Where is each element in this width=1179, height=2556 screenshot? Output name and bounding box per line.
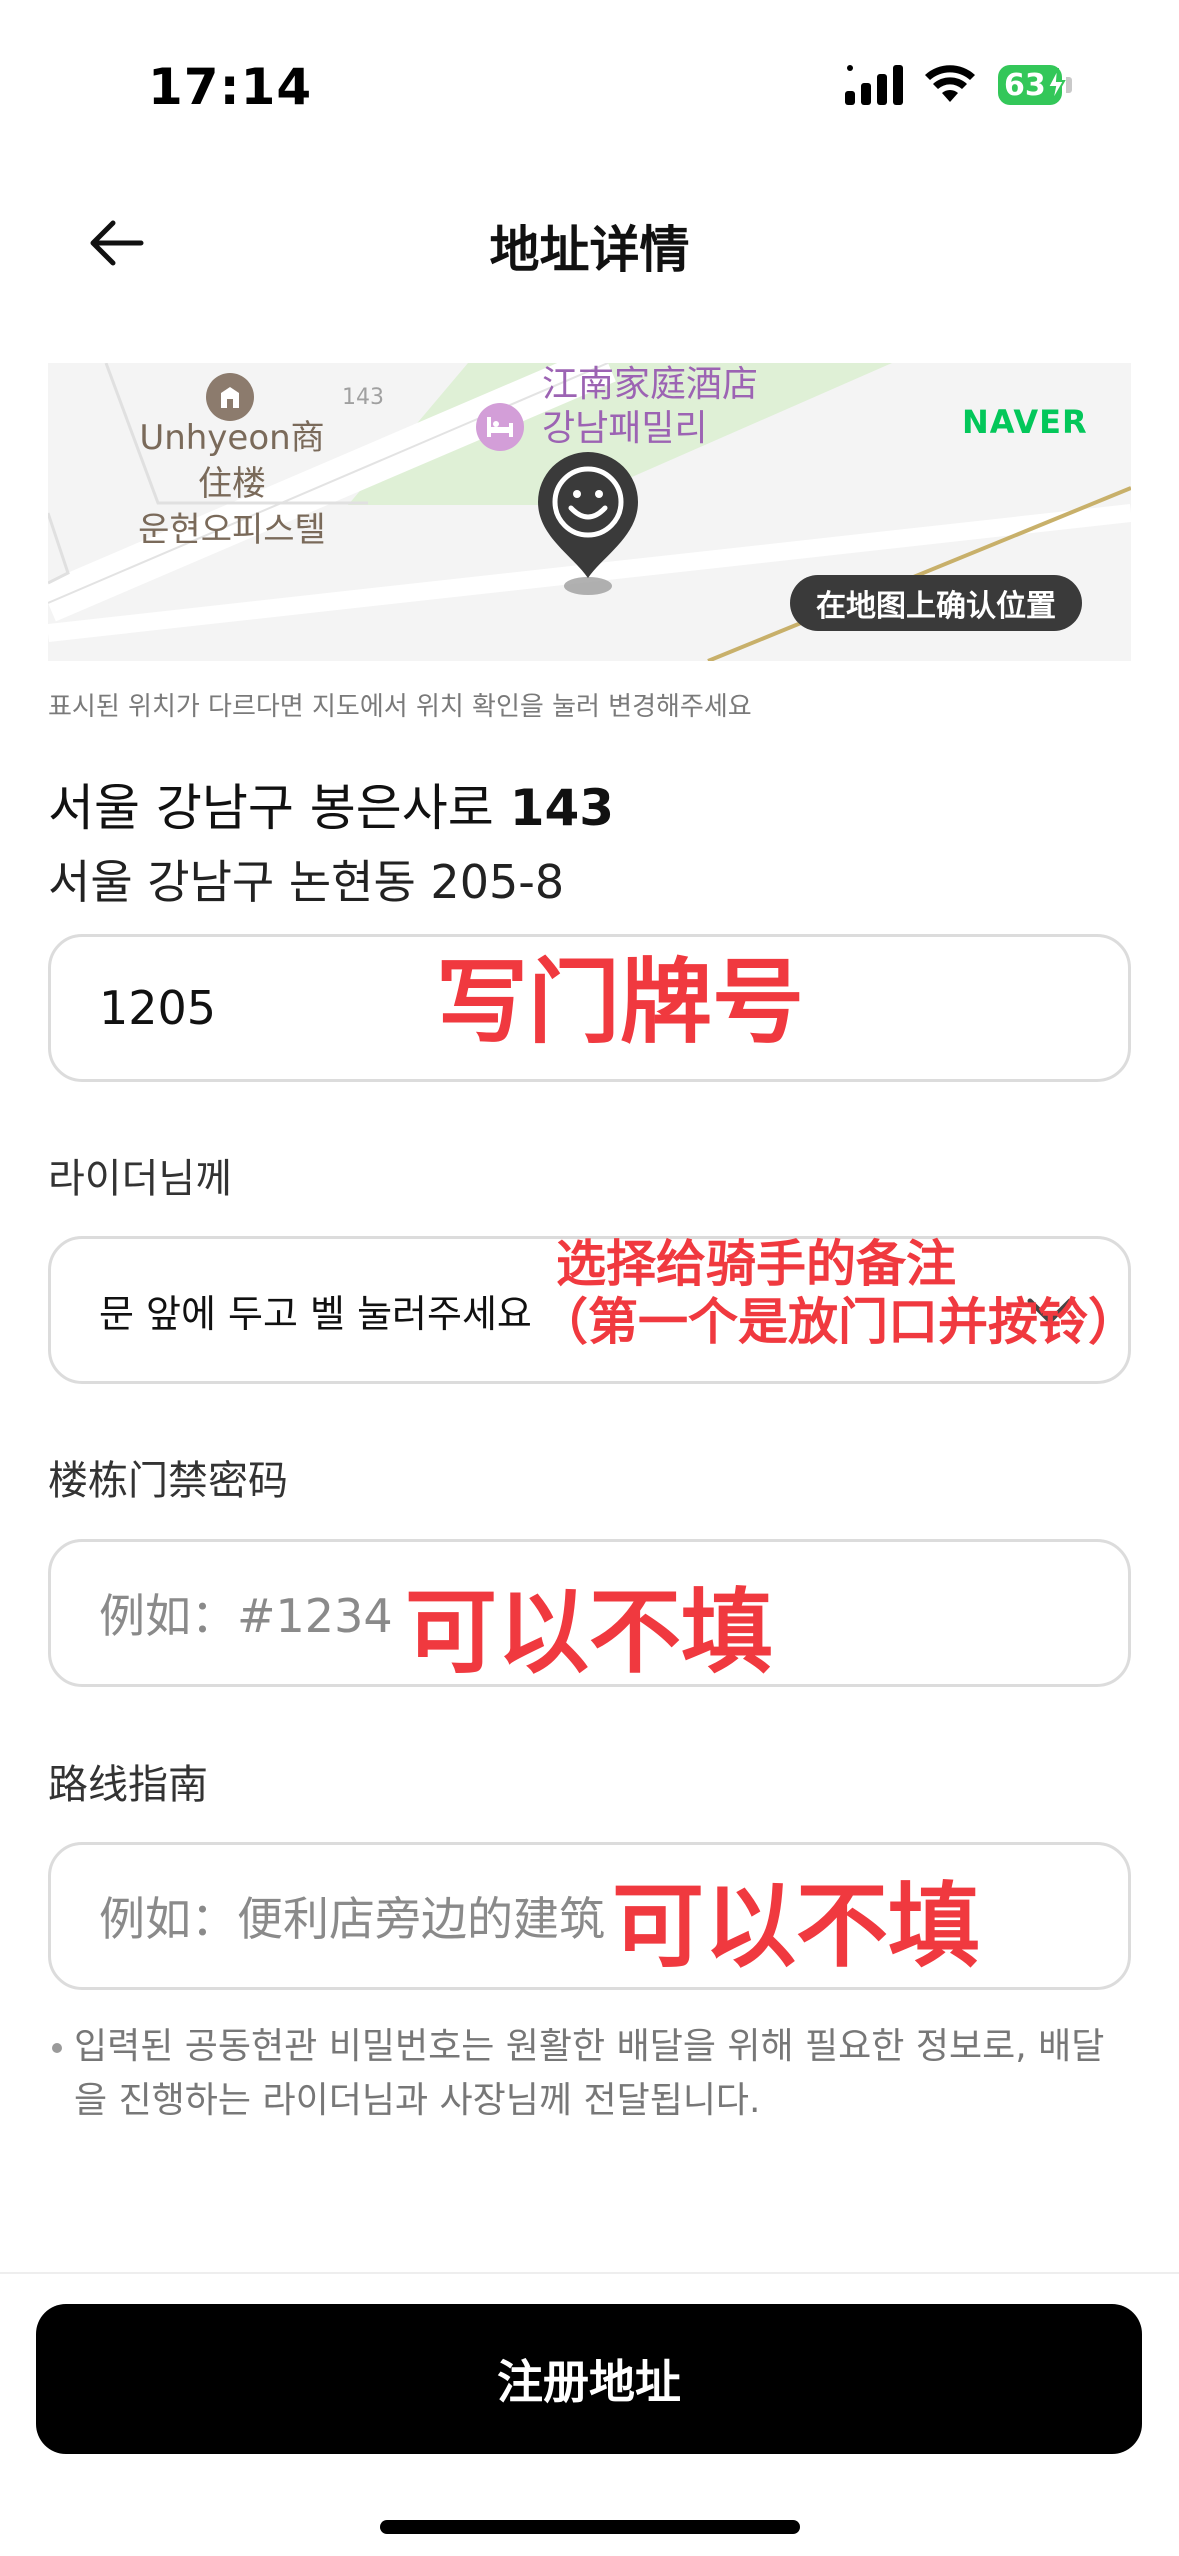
jibun-address: 서울 강남구 논현동 205-8 [48,855,565,909]
page-title: 地址详情 [489,221,690,279]
battery-level: 63 [1004,67,1046,103]
battery-tip [1066,77,1072,93]
route-guide-placeholder: 例如：便利店旁边的建筑 [99,1892,605,1946]
map-lot-number: 143 [342,385,384,410]
annotation-rider-line2: （第一个是放门口并按铃） [538,1292,1138,1351]
hotel-poi-icon [476,403,524,451]
wifi-icon [925,65,975,102]
rider-note-label: 라이더님께 [48,1156,232,1202]
naver-logo: NAVER [962,403,1088,441]
map-building-line1: Unhyeon商 [139,418,325,458]
annotation-rider-line1: 选择给骑手的备注 [556,1235,956,1293]
annotation-guide: 可以不填 [612,1873,981,1980]
address-detail-screen: 17:14 63 地址详情 Unhyeon商 住楼 운현오피스텔 143 江南家… [0,0,1179,2556]
charging-bolt-icon [1046,68,1066,102]
status-time: 17:14 [148,58,313,116]
road-address-prefix: 서울 강남구 봉은사로 [48,779,510,837]
map-hotel-label: 江南家庭酒店 강남패밀리 [542,363,758,451]
home-indicator [380,2520,800,2534]
door-password-placeholder: 例如：#1234 [99,1589,393,1643]
map-preview[interactable]: Unhyeon商 住楼 운현오피스텔 143 江南家庭酒店 강남패밀리 NAVE… [48,363,1131,661]
map-building-label: Unhyeon商 住楼 운현오피스텔 [132,415,332,553]
confirm-on-map-button[interactable]: 在地图上确认位置 [790,575,1082,631]
cellular-signal-icon [845,65,903,105]
annotation-rider: 选择给骑手的备注 （第一个是放门口并按铃） [538,1235,1138,1351]
road-address-number: 143 [509,779,615,837]
map-hint-text: 표시된 위치가 다르다면 지도에서 위치 확인을 눌러 변경해주세요 [48,692,752,722]
door-password-label: 楼栋门禁密码 [48,1458,288,1504]
annotation-door: 可以不填 [405,1579,774,1686]
road-address: 서울 강남구 봉은사로 143 [48,768,614,840]
building-poi-icon [206,373,254,421]
map-hotel-line2: 강남패밀리 [542,408,708,449]
bottom-divider [0,2272,1179,2274]
route-guide-label: 路线指南 [48,1762,208,1808]
map-building-line3: 운현오피스텔 [138,510,326,550]
annotation-unit: 写门牌号 [436,949,805,1056]
register-address-button[interactable]: 注册地址 [36,2304,1142,2454]
map-building-line2: 住楼 [198,464,266,504]
unit-number-value: 1205 [99,981,217,1035]
privacy-note: 입력된 공동현관 비밀번호는 원활한 배달을 위해 필요한 정보로, 배달을 진… [48,2020,1130,2128]
rider-note-value: 문 앞에 두고 벨 눌러주세요 [99,1291,532,1336]
location-pin-icon [538,452,638,595]
map-hotel-line1: 江南家庭酒店 [542,364,759,405]
